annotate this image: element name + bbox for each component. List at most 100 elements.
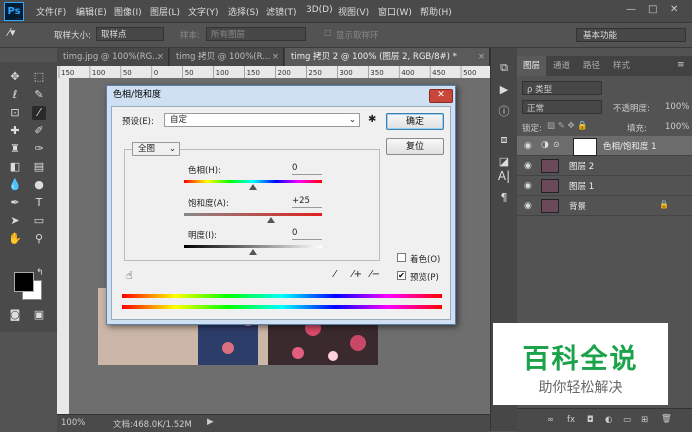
hue-slider-track[interactable] bbox=[184, 180, 322, 183]
sample-select[interactable]: 所有图层 bbox=[206, 27, 306, 41]
saturation-slider-thumb[interactable] bbox=[267, 217, 275, 223]
pen-tool-icon[interactable]: ✒ bbox=[8, 196, 22, 210]
healing-tool-icon[interactable]: ✚ bbox=[8, 124, 22, 138]
colorize-checkbox[interactable] bbox=[397, 253, 406, 262]
menu-filter[interactable]: 滤镜(T) bbox=[266, 5, 297, 18]
lock-icons[interactable]: ▨ ✎ ✥ 🔒 bbox=[547, 121, 588, 131]
tab-channels[interactable]: 通道 bbox=[547, 56, 576, 76]
layer-row[interactable]: ◉ 图层 2 bbox=[517, 156, 692, 176]
hue-slider-thumb[interactable] bbox=[249, 184, 257, 190]
layer-mask-thumbnail[interactable] bbox=[573, 138, 597, 156]
eye-icon[interactable]: ◉ bbox=[524, 141, 534, 151]
tab-timg-copy[interactable]: timg 拷贝 @ 100%(R... × bbox=[170, 48, 284, 66]
close-window-button[interactable]: ✕ bbox=[670, 4, 678, 15]
group-icon[interactable]: ▭ bbox=[623, 415, 631, 425]
screen-mode-icon[interactable]: ▣ bbox=[32, 308, 46, 322]
dodge-tool-icon[interactable]: ● bbox=[32, 178, 46, 192]
saturation-slider-track[interactable] bbox=[184, 213, 322, 216]
restore-button[interactable]: □ bbox=[648, 4, 657, 15]
eye-icon[interactable]: ◉ bbox=[524, 181, 534, 191]
layer-row[interactable]: ◉ 背景 🔒 bbox=[517, 196, 692, 216]
menu-3d[interactable]: 3D(D) bbox=[306, 5, 333, 15]
hand-tool-icon[interactable]: ✋ bbox=[8, 232, 22, 246]
add-mask-icon[interactable]: ◘ bbox=[587, 415, 594, 425]
dialog-close-button[interactable]: ✕ bbox=[429, 89, 453, 103]
swap-colors-icon[interactable]: ↰ bbox=[36, 268, 44, 278]
eyedropper-icon[interactable]: ⁄ bbox=[32, 106, 46, 120]
status-menu-arrow-icon[interactable]: ▶ bbox=[207, 417, 214, 427]
menu-edit[interactable]: 编辑(E) bbox=[76, 5, 107, 18]
foreground-color-swatch[interactable] bbox=[14, 272, 34, 292]
saturation-value-input[interactable]: +25 bbox=[292, 195, 322, 208]
tab-timg[interactable]: timg.jpg @ 100%(RG... × bbox=[57, 48, 169, 66]
brush-tool-icon[interactable]: ✐ bbox=[32, 124, 46, 138]
layer-filter-select[interactable]: ρ 类型 bbox=[522, 81, 602, 95]
preset-options-gear-icon[interactable]: ✱ bbox=[368, 114, 376, 125]
quick-mask-icon[interactable]: ◙ bbox=[8, 308, 22, 322]
lightness-value-input[interactable]: 0 bbox=[292, 227, 322, 240]
link-layers-icon[interactable]: ∞ bbox=[547, 415, 554, 425]
crop-tool-icon[interactable]: ⊡ bbox=[8, 106, 22, 120]
layer-row[interactable]: ◉ ◑ ⊙ 色相/饱和度 1 bbox=[517, 136, 692, 156]
menu-select[interactable]: 选择(S) bbox=[228, 5, 259, 18]
tab-styles[interactable]: 样式 bbox=[607, 56, 636, 76]
stamp-tool-icon[interactable]: ♜ bbox=[8, 142, 22, 156]
paragraph-panel-icon[interactable]: ¶ bbox=[496, 190, 512, 206]
close-tab-icon[interactable]: × bbox=[272, 48, 279, 66]
eyedropper-icon[interactable]: ⁄ bbox=[334, 269, 336, 280]
menu-help[interactable]: 帮助(H) bbox=[420, 5, 452, 18]
close-tab-icon[interactable]: × bbox=[157, 48, 164, 66]
preset-select[interactable]: 自定 ⌄ bbox=[164, 113, 360, 127]
tab-timg-copy-2[interactable]: timg 拷贝 2 @ 100% (图层 2, RGB/8#) * × bbox=[285, 48, 490, 66]
eye-icon[interactable]: ◉ bbox=[524, 201, 534, 211]
lasso-tool-icon[interactable]: ℓ bbox=[8, 88, 22, 102]
lightness-slider-track[interactable] bbox=[184, 245, 322, 248]
preview-checkbox[interactable]: ✔ bbox=[397, 271, 406, 280]
move-tool-icon[interactable]: ✥ bbox=[8, 70, 22, 84]
panel-menu-icon[interactable]: ≡ bbox=[677, 60, 685, 70]
minimize-button[interactable]: — bbox=[626, 4, 636, 15]
menu-file[interactable]: 文件(F) bbox=[36, 5, 66, 18]
blur-tool-icon[interactable]: 💧 bbox=[8, 178, 22, 192]
menu-type[interactable]: 文字(Y) bbox=[188, 5, 219, 18]
opacity-value[interactable]: 100% bbox=[665, 102, 689, 112]
marquee-tool-icon[interactable]: ⬚ bbox=[32, 70, 46, 84]
eyedropper-minus-icon[interactable]: ⁄− bbox=[370, 269, 380, 280]
adjustment-layer-icon[interactable]: ◐ bbox=[605, 415, 612, 425]
menu-image[interactable]: 图像(I) bbox=[114, 5, 142, 18]
reset-button[interactable]: 复位 bbox=[386, 138, 444, 155]
brush-presets-icon[interactable]: ⧈ bbox=[496, 132, 512, 148]
new-layer-icon[interactable]: ⊞ bbox=[641, 415, 648, 425]
hue-value-input[interactable]: 0 bbox=[292, 162, 322, 175]
gradient-tool-icon[interactable]: ▤ bbox=[32, 160, 46, 174]
blend-mode-select[interactable]: 正常 bbox=[522, 100, 602, 114]
type-tool-icon[interactable]: T bbox=[32, 196, 46, 210]
delete-icon[interactable]: 🗑 bbox=[661, 414, 672, 424]
info-panel-icon[interactable]: ⓘ bbox=[496, 104, 512, 120]
zoom-tool-icon[interactable]: ⚲ bbox=[32, 232, 46, 246]
quick-select-tool-icon[interactable]: ✎ bbox=[32, 88, 46, 102]
menu-layer[interactable]: 图层(L) bbox=[150, 5, 180, 18]
lightness-slider-thumb[interactable] bbox=[249, 249, 257, 255]
history-panel-icon[interactable]: ⧉ bbox=[496, 60, 512, 76]
zoom-level[interactable]: 100% bbox=[61, 418, 85, 428]
tab-paths[interactable]: 路径 bbox=[577, 56, 606, 76]
eyedropper-plus-icon[interactable]: ⁄+ bbox=[352, 269, 362, 280]
show-ring-checkbox[interactable]: ☐ bbox=[324, 29, 332, 39]
tab-layers[interactable]: 图层 bbox=[517, 56, 547, 76]
on-image-adjust-hand-icon[interactable]: ☝ bbox=[126, 269, 133, 282]
layer-row[interactable]: ◉ 图层 1 bbox=[517, 176, 692, 196]
channel-select[interactable]: 全图 ⌄ bbox=[132, 142, 180, 156]
character-panel-icon[interactable]: A| bbox=[496, 168, 512, 184]
close-tab-icon[interactable]: × bbox=[478, 48, 485, 66]
actions-play-icon[interactable]: ▶ bbox=[496, 82, 512, 98]
eraser-tool-icon[interactable]: ◧ bbox=[8, 160, 22, 174]
sample-size-select[interactable]: 取样点 bbox=[96, 27, 164, 41]
menu-window[interactable]: 窗口(W) bbox=[378, 5, 412, 18]
path-select-icon[interactable]: ➤ bbox=[8, 214, 22, 228]
fx-icon[interactable]: fx bbox=[567, 415, 575, 425]
menu-view[interactable]: 视图(V) bbox=[338, 5, 369, 18]
eye-icon[interactable]: ◉ bbox=[524, 161, 534, 171]
workspace-select[interactable]: 基本功能 bbox=[576, 28, 686, 42]
history-brush-icon[interactable]: ✑ bbox=[32, 142, 46, 156]
